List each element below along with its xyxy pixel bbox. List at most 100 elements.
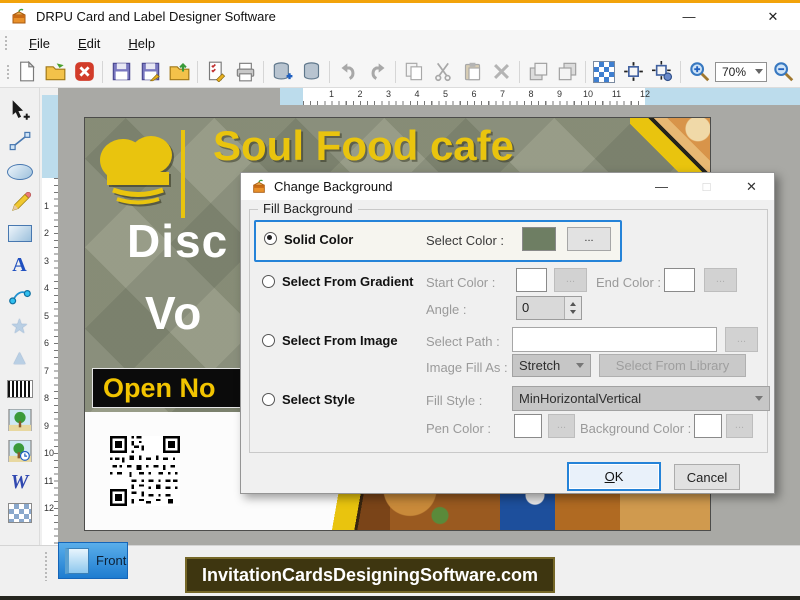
bring-to-front-icon[interactable] (525, 59, 551, 85)
ok-button[interactable]: OK (567, 462, 661, 491)
send-to-back-icon[interactable] (554, 59, 580, 85)
image-radio[interactable] (262, 334, 275, 347)
window-bottom-edge (0, 596, 800, 600)
angle-spinner[interactable]: 0 (516, 296, 582, 320)
grid-icon[interactable] (591, 59, 617, 85)
fill-background-group: Fill Background Solid Color Select Color… (249, 209, 768, 453)
pen-color-browse-button[interactable]: ... (548, 414, 575, 438)
rectangle-tool-icon[interactable] (5, 220, 35, 247)
curve-tool-icon[interactable] (5, 282, 35, 309)
center-object-icon[interactable] (620, 59, 646, 85)
ruler-mark: 9 (42, 398, 58, 426)
dialog-title-bar: Change Background — □ ✕ (241, 173, 774, 200)
dialog-close-button[interactable]: ✕ (729, 173, 774, 200)
delete-icon[interactable] (488, 59, 514, 85)
solid-color-swatch[interactable] (522, 227, 556, 251)
ruler-mark: 4 (389, 88, 418, 105)
angle-label: Angle : (426, 302, 466, 317)
image-fill-as-dropdown[interactable]: Stretch (512, 354, 591, 377)
start-color-swatch[interactable] (516, 268, 547, 292)
dialog-minimize-button[interactable]: — (639, 173, 684, 200)
ruler-mark: 7 (42, 343, 58, 371)
database-add-icon[interactable] (269, 59, 295, 85)
save-icon[interactable] (108, 59, 134, 85)
menu-bar: FileEditHelp (0, 30, 800, 57)
select-path-input[interactable] (512, 327, 717, 352)
solid-color-browse-button[interactable]: ... (567, 227, 611, 251)
website-banner: InvitationCardsDesigningSoftware.com (185, 557, 555, 593)
pen-color-swatch[interactable] (514, 414, 542, 438)
end-color-swatch[interactable] (664, 268, 695, 292)
export-file-icon[interactable] (166, 59, 192, 85)
undo-icon[interactable] (335, 59, 361, 85)
corner-food-photo (630, 118, 710, 172)
brand-name: Soul Food cafe (213, 122, 683, 170)
wordart-tool-icon[interactable]: W (5, 468, 35, 495)
spin-up-icon[interactable] (570, 302, 576, 306)
copy-icon[interactable] (401, 59, 427, 85)
menu-item[interactable]: Edit (65, 33, 113, 54)
gradient-label: Select From Gradient (282, 274, 413, 289)
cut-icon[interactable] (430, 59, 456, 85)
background-color-browse-button[interactable]: ... (726, 414, 753, 438)
spin-down-icon[interactable] (570, 310, 576, 314)
open-file-icon[interactable] (42, 59, 68, 85)
pattern-tool-icon[interactable] (5, 499, 35, 526)
zoom-level-select[interactable]: 70% (715, 62, 767, 82)
new-document-icon[interactable] (13, 59, 39, 85)
cancel-button[interactable]: Cancel (674, 464, 740, 490)
image-time-tool-icon[interactable] (5, 437, 35, 464)
ruler-mark: 2 (42, 206, 58, 234)
fill-style-dropdown[interactable]: MinHorizontalVertical (512, 386, 770, 411)
save-as-icon[interactable] (137, 59, 163, 85)
ruler-mark: 12 (617, 88, 646, 105)
bottom-grip (44, 551, 48, 581)
solid-color-radio[interactable] (264, 232, 277, 245)
toolbar-separator (263, 61, 264, 83)
triangle-tool-icon[interactable]: ▲ (5, 344, 35, 371)
star-tool-icon[interactable]: ★ (5, 313, 35, 340)
zoom-level-value: 70% (722, 65, 746, 79)
toolbar-separator (680, 61, 681, 83)
minimize-button[interactable]: — (668, 3, 710, 30)
card-headline-line1: Disc (127, 214, 228, 268)
toolbar-separator (395, 61, 396, 83)
select-tool-icon[interactable] (5, 96, 35, 123)
pencil-tool-icon[interactable] (5, 189, 35, 216)
line-tool-icon[interactable] (5, 127, 35, 154)
menu-item[interactable]: Help (115, 33, 168, 54)
close-button[interactable]: ✕ (752, 3, 794, 30)
compose-icon[interactable] (203, 59, 229, 85)
close-file-icon[interactable] (71, 59, 97, 85)
menu-item[interactable]: File (16, 33, 63, 54)
select-path-label: Select Path : (426, 334, 500, 349)
end-color-browse-button[interactable]: ... (704, 268, 737, 292)
barcode-tool-icon[interactable] (5, 375, 35, 402)
solid-color-row: Solid Color Select Color : ... (254, 220, 622, 262)
style-label: Select Style (282, 392, 355, 407)
gradient-radio[interactable] (262, 275, 275, 288)
background-color-swatch[interactable] (694, 414, 722, 438)
print-icon[interactable] (232, 59, 258, 85)
database-icon[interactable] (298, 59, 324, 85)
front-page-tab[interactable]: Front (58, 542, 128, 579)
dialog-title: Change Background (274, 179, 393, 194)
tool-palette: A ★ ▲ W (0, 88, 40, 545)
style-radio[interactable] (262, 393, 275, 406)
select-path-browse-button[interactable]: ... (725, 327, 758, 352)
paste-icon[interactable] (459, 59, 485, 85)
banner-text: InvitationCardsDesigningSoftware.com (202, 565, 538, 586)
ellipse-tool-icon[interactable] (5, 158, 35, 185)
image-tool-icon[interactable] (5, 406, 35, 433)
select-from-library-button[interactable]: Select From Library (599, 354, 746, 377)
change-background-dialog: Change Background — □ ✕ Fill Background … (240, 172, 775, 494)
zoom-in-icon[interactable] (686, 59, 712, 85)
ruler-mark: 5 (417, 88, 446, 105)
center-page-icon[interactable] (649, 59, 675, 85)
redo-icon[interactable] (364, 59, 390, 85)
spinner-arrows[interactable] (564, 297, 581, 319)
start-color-browse-button[interactable]: ... (554, 268, 587, 292)
ruler-margin (645, 88, 800, 105)
text-tool-icon[interactable]: A (5, 251, 35, 278)
zoom-out-icon[interactable] (770, 59, 796, 85)
